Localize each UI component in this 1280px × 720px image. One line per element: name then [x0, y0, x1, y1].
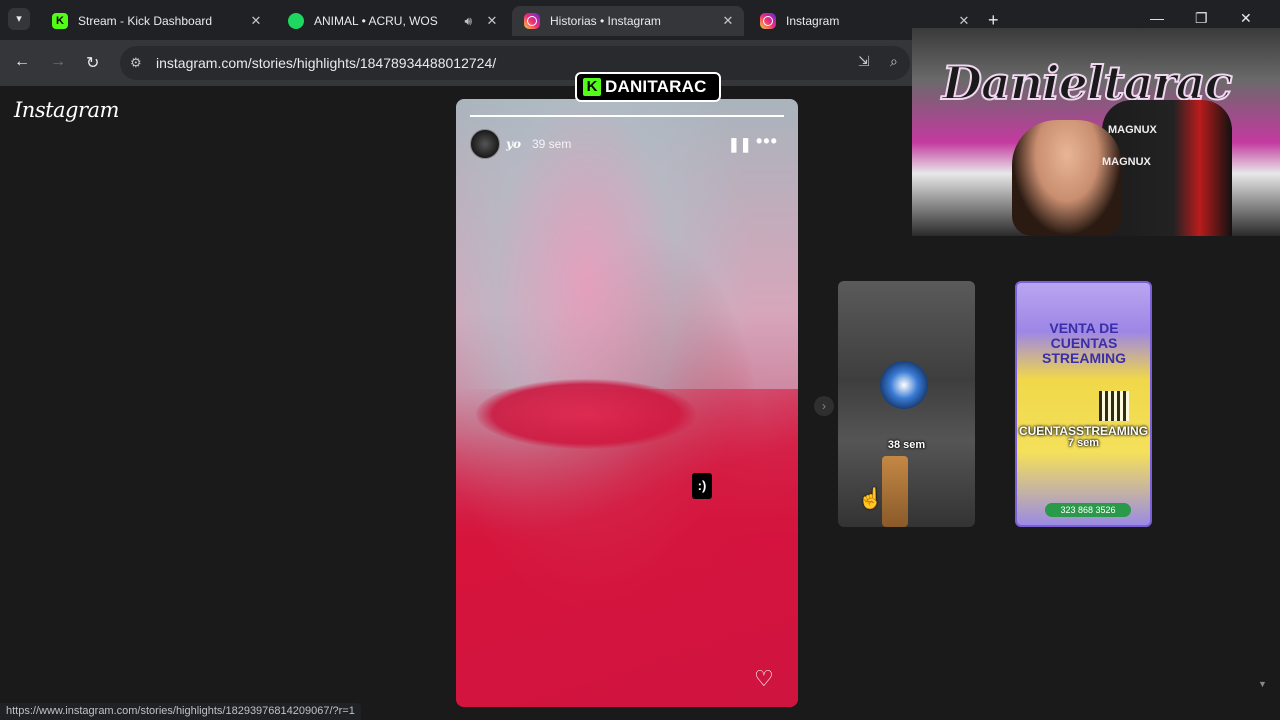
close-icon[interactable]: ✕ — [484, 13, 500, 29]
tab-search-button[interactable]: ▾ — [8, 8, 30, 30]
tab-title: ANIMAL • ACRU, WOS — [314, 14, 438, 28]
highlight-name: CUENTASSTREAMING — [1018, 424, 1149, 438]
kick-icon: K — [52, 13, 68, 29]
close-icon[interactable]: ✕ — [956, 13, 972, 29]
tab-title: Historias • Instagram — [550, 14, 661, 28]
channel-name: DANITARAC — [605, 77, 707, 96]
spotify-icon — [288, 13, 304, 29]
site-info-icon[interactable]: ⚙ — [130, 55, 142, 71]
restore-icon[interactable]: ❐ — [1195, 10, 1208, 27]
kick-logo-icon: K — [583, 78, 601, 96]
highlight-headline: VENTA DE CUENTAS STREAMING — [1042, 320, 1126, 366]
story-username[interactable]: yo — [506, 137, 521, 151]
tab-spotify[interactable]: ANIMAL • ACRU, WOS 🔊︎ ✕ — [276, 6, 508, 36]
heart-icon[interactable]: ♡ — [754, 666, 774, 692]
mouse-cursor-icon: ☝ — [858, 488, 883, 510]
status-bar-url: https://www.instagram.com/stories/highli… — [0, 703, 361, 720]
install-app-icon[interactable]: ⇲ — [858, 53, 870, 70]
instagram-icon — [760, 13, 776, 29]
tab-historias-instagram[interactable]: Historias • Instagram ✕ — [512, 6, 744, 36]
close-icon[interactable]: ✕ — [248, 13, 264, 29]
address-bar[interactable]: ⚙ instagram.com/stories/highlights/18478… — [120, 46, 910, 80]
story-viewer[interactable]: yo 39 sem ❚❚ ••• :) ♡ — [456, 99, 798, 707]
forward-button[interactable]: → — [50, 53, 66, 71]
scroll-down-arrow-icon[interactable]: ▼ — [1258, 679, 1267, 689]
chevron-right-icon[interactable]: › — [814, 396, 834, 416]
minimize-icon[interactable]: — — [1150, 10, 1164, 26]
story-image-shirt — [456, 389, 798, 707]
pause-icon[interactable]: ❚❚ — [728, 136, 751, 153]
highlight-time: 38 sem — [887, 439, 926, 451]
avatar[interactable] — [470, 129, 500, 159]
story-progress-bar — [470, 115, 784, 117]
highlight-avatar — [880, 361, 928, 409]
more-icon[interactable]: ••• — [756, 131, 778, 152]
story-progress-fill — [470, 115, 784, 117]
story-timestamp: 39 sem — [532, 137, 572, 151]
kick-channel-badge: K DANITARAC — [575, 72, 721, 102]
window-close-icon[interactable]: ✕ — [1240, 10, 1252, 27]
highlight-time: 7 sem — [1067, 437, 1100, 449]
instagram-logo[interactable]: Instagram — [14, 98, 119, 122]
tab-title: Stream - Kick Dashboard — [78, 14, 213, 28]
tab-kick-dashboard[interactable]: K Stream - Kick Dashboard ✕ — [40, 6, 272, 36]
story-sticker: :) — [692, 473, 712, 499]
instagram-icon — [524, 13, 540, 29]
back-button[interactable]: ← — [14, 53, 30, 71]
streamer — [1012, 120, 1122, 236]
tab-title: Instagram — [786, 14, 840, 28]
chair-brand-label: MAGNUX — [1108, 124, 1157, 136]
reload-button[interactable]: ↻ — [86, 53, 99, 73]
highlight-image-detail — [882, 456, 908, 527]
highlight-phone: 323 868 3526 — [1045, 503, 1131, 517]
zoom-icon[interactable]: ⌕ — [890, 53, 898, 70]
speaker-icon[interactable]: 🔊︎ — [464, 14, 472, 29]
next-highlight-card[interactable]: VENTA DE CUENTAS STREAMING CUENTASSTREAM… — [1015, 281, 1152, 527]
close-icon[interactable]: ✕ — [720, 13, 736, 29]
qr-code-image — [1099, 391, 1129, 421]
chair-brand-label: MAGNUX — [1102, 156, 1151, 168]
webcam-overlay: Danieltarac MAGNUX MAGNUX — [912, 28, 1280, 236]
url-text[interactable]: instagram.com/stories/highlights/1847893… — [156, 55, 496, 71]
